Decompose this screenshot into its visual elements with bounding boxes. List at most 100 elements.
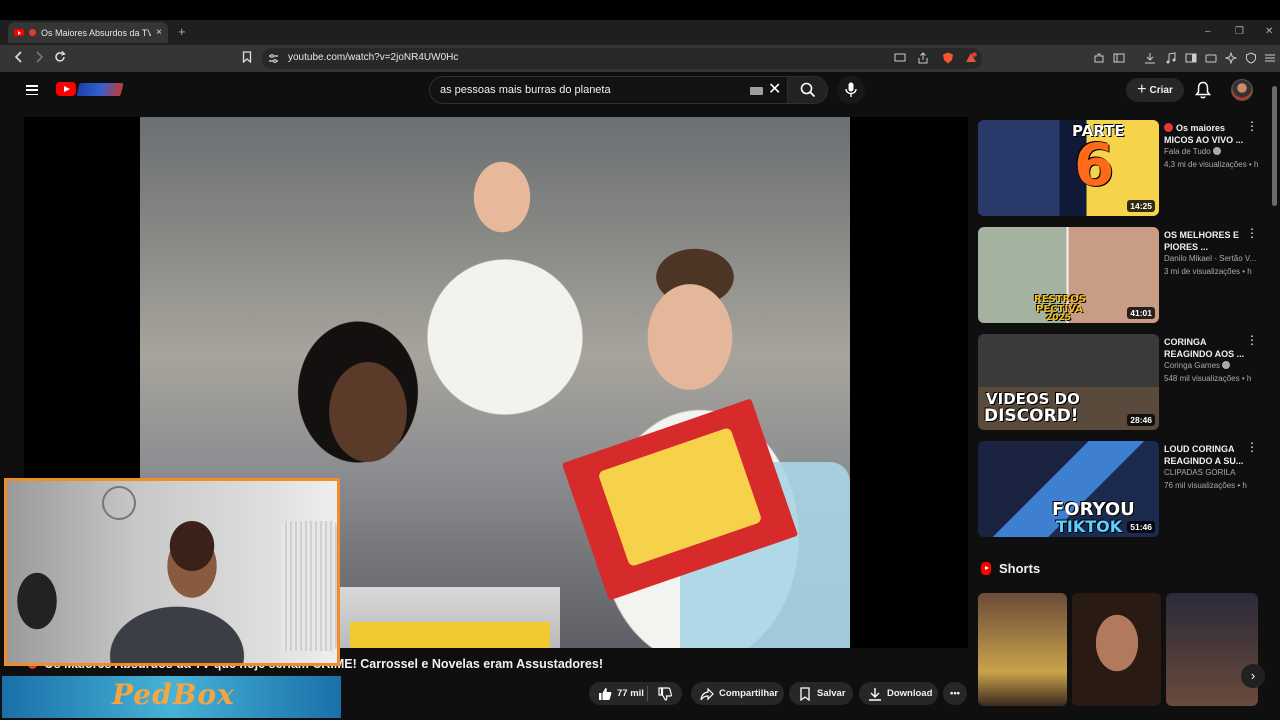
sidebar-toggle-icon[interactable] — [1113, 52, 1125, 64]
search-query: as pessoas mais burras do planeta — [440, 84, 611, 96]
streamer-banner: PedBox — [2, 676, 341, 718]
download-label: Download — [887, 688, 933, 699]
screen: Os Maiores Absurdos da TV × + – ❐ ✕ yout… — [0, 0, 1280, 720]
channel-name[interactable]: CLIPADAS GORILA — [1164, 468, 1235, 477]
video-meta: 4,3 mi de visualizações • h — [1164, 160, 1259, 169]
browser-tab[interactable]: Os Maiores Absurdos da TV × — [8, 22, 168, 43]
new-tab-button[interactable]: + — [178, 24, 186, 39]
youtube-doodle-logo[interactable] — [76, 83, 124, 96]
thumbs-down-icon — [658, 686, 672, 701]
voice-search-button[interactable] — [837, 76, 865, 104]
thumbs-up-icon — [599, 687, 612, 700]
address-bar[interactable]: youtube.com/watch?v=2joNR4UW0Hc — [262, 48, 982, 69]
more-options-icon[interactable]: ⋮ — [1246, 227, 1258, 239]
download-icon — [869, 687, 881, 701]
account-avatar[interactable] — [1231, 79, 1253, 101]
like-dislike-group: 77 mil — [589, 682, 682, 705]
webcam-overlay — [4, 478, 340, 666]
extensions-icon[interactable] — [1093, 52, 1105, 64]
create-button[interactable]: + Criar — [1126, 78, 1184, 102]
channel-name-text: Coringa Games — [1164, 361, 1221, 370]
download-button[interactable]: Download — [859, 682, 938, 705]
reload-icon[interactable] — [54, 51, 66, 63]
recommended-video[interactable]: RESTROS PECTIVA 2025 41:01 OS MELHORES E… — [978, 227, 1260, 323]
maximize-button[interactable]: ❐ — [1235, 26, 1244, 37]
cast-icon[interactable] — [894, 52, 906, 64]
video-thumbnail[interactable]: PARTE 6 14:25 — [978, 120, 1159, 216]
browser-menu-icon[interactable] — [1264, 52, 1276, 64]
site-settings-icon[interactable] — [268, 53, 279, 64]
recommended-title-text: Os maiores MICOS AO VIVO ... — [1164, 123, 1244, 145]
video-meta: 548 mil visualizações • h — [1164, 374, 1252, 383]
verified-icon — [1222, 361, 1231, 369]
more-actions-icon: ••• — [950, 688, 960, 699]
search-input[interactable]: as pessoas mais burras do planeta ✕ — [429, 76, 787, 104]
streamer-banner-logo: PedBox — [112, 678, 235, 711]
recommended-video[interactable]: PARTE 6 14:25 Os maiores MICOS AO VIVO .… — [978, 120, 1260, 216]
plus-icon: + — [1137, 81, 1147, 98]
recommended-video[interactable]: FORYOU TIKTOK 51:46 LOUD CORINGA REAGIND… — [978, 441, 1260, 537]
save-label: Salvar — [817, 688, 846, 699]
save-button[interactable]: Salvar — [789, 682, 853, 705]
recommended-title: CORINGA REAGINDO AOS ... — [1164, 337, 1245, 359]
bookmark-icon[interactable] — [242, 51, 252, 63]
more-options-icon[interactable]: ⋮ — [1246, 441, 1258, 453]
share-page-icon[interactable] — [917, 52, 929, 64]
tab-close-icon[interactable]: × — [156, 27, 162, 38]
search-button[interactable] — [787, 76, 828, 104]
like-button[interactable]: 77 mil — [589, 687, 647, 701]
video-duration: 51:46 — [1127, 521, 1155, 533]
clear-search-icon[interactable]: ✕ — [768, 80, 781, 100]
back-icon[interactable] — [14, 51, 24, 63]
keyboard-icon[interactable] — [750, 87, 763, 95]
recommended-video[interactable]: VIDEOS DO DISCORD! 28:46 CORINGA REAGIND… — [978, 334, 1260, 430]
youtube-logo[interactable] — [56, 82, 76, 96]
channel-name[interactable]: Danilo Mikael - Sertão V... — [1164, 254, 1256, 263]
brave-rewards-icon[interactable] — [965, 52, 977, 64]
video-thumbnail[interactable]: VIDEOS DO DISCORD! 28:46 — [978, 334, 1159, 430]
video-meta: 3 mi de visualizações • h — [1164, 267, 1252, 276]
microphone-icon — [845, 82, 857, 97]
share-icon — [700, 687, 714, 700]
video-thumbnail[interactable]: RESTROS PECTIVA 2025 41:01 — [978, 227, 1159, 323]
downloads-icon[interactable] — [1144, 52, 1156, 64]
channel-name[interactable]: Fala de Tudo — [1164, 147, 1221, 156]
wallet-icon[interactable] — [1205, 52, 1217, 64]
short-thumbnail[interactable] — [1072, 593, 1161, 706]
close-window-button[interactable]: ✕ — [1265, 26, 1273, 37]
recommended-title: Os maiores MICOS AO VIVO ... — [1164, 122, 1250, 146]
menu-icon[interactable] — [26, 85, 38, 96]
leo-ai-icon[interactable] — [1225, 52, 1237, 64]
more-actions-button[interactable]: ••• — [943, 682, 967, 705]
shorts-icon — [981, 562, 991, 575]
video-meta: 76 mil visualizações • h — [1164, 481, 1247, 490]
more-options-icon[interactable]: ⋮ — [1246, 120, 1258, 132]
vpn-icon[interactable] — [1245, 52, 1257, 64]
thumbnail-text: TIKTOK — [1056, 517, 1123, 536]
forward-icon[interactable] — [34, 51, 44, 63]
more-options-icon[interactable]: ⋮ — [1246, 334, 1258, 346]
recommended-title: OS MELHORES E PIORES ... — [1164, 230, 1240, 252]
dislike-button[interactable] — [648, 686, 682, 701]
brave-shields-icon[interactable] — [942, 52, 954, 64]
recording-dot-icon — [29, 29, 36, 36]
reading-panel-icon[interactable] — [1185, 52, 1197, 64]
shorts-label: Shorts — [999, 561, 1041, 576]
recommended-title: LOUD CORINGA REAGINDO A SU... — [1164, 444, 1244, 466]
minimize-button[interactable]: – — [1205, 26, 1211, 37]
short-thumbnail[interactable] — [1166, 593, 1258, 706]
video-duration: 41:01 — [1127, 307, 1155, 319]
notifications-bell-icon[interactable] — [1195, 81, 1211, 99]
video-thumbnail[interactable]: FORYOU TIKTOK 51:46 — [978, 441, 1159, 537]
tab-title: Os Maiores Absurdos da TV — [41, 27, 152, 38]
live-dot-icon — [1164, 123, 1173, 132]
channel-name-text: Fala de Tudo — [1164, 147, 1211, 156]
tab-strip: Os Maiores Absurdos da TV × + – ❐ ✕ — [0, 20, 1280, 45]
short-thumbnail[interactable] — [978, 593, 1067, 706]
music-icon[interactable] — [1165, 52, 1177, 64]
shorts-next-button[interactable]: › — [1241, 664, 1265, 688]
page-scrollbar[interactable] — [1272, 86, 1277, 206]
channel-name[interactable]: Coringa Games — [1164, 361, 1231, 370]
share-button[interactable]: Compartilhar — [691, 682, 784, 705]
search-icon — [800, 82, 816, 98]
